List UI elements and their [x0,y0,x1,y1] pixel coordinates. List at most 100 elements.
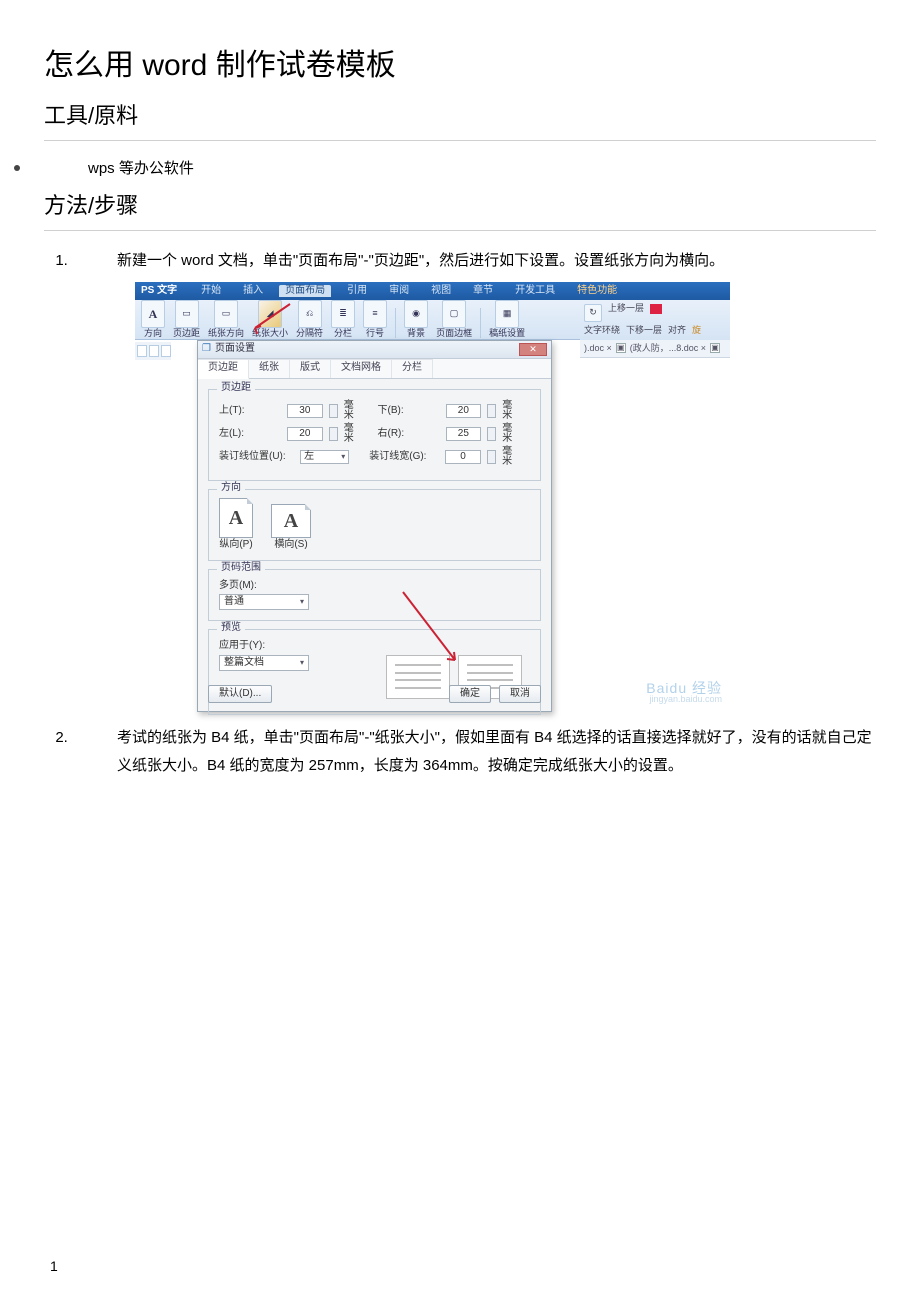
tools-item: wps 等办公软件 [88,157,194,178]
ribbon-tab[interactable]: 开发工具 [509,285,561,297]
ribbon-btn-bg[interactable]: ◉背景 [404,300,428,338]
lbl-apply: 应用于(Y): [219,641,289,651]
step-1-text: 新建一个 word 文档，单击"页面布局"-"页边距"，然后进行如下设置。设置纸… [117,252,724,269]
lbl-orient-portrait: 纵向(P) [219,540,253,550]
lbl-bottom: 下(B): [378,406,440,416]
step-2: 考试的纸张为 B4 纸，单击"页面布局"-"纸张大小"，假如里面有 B4 纸选择… [72,724,876,781]
lbl-right: 右(R): [378,429,440,439]
ribbon-btn-paperdir[interactable]: ▭纸张方向 [208,300,244,338]
ribbon-tab[interactable]: 引用 [341,285,373,297]
legend-range: 页码范围 [217,563,265,573]
section-steps-head: 方法/步骤 [44,188,876,220]
legend-margins: 页边距 [217,383,255,393]
combo-gutpos[interactable]: 左 [300,450,349,464]
spin-btn[interactable] [329,404,338,418]
page-setup-dialog: ❐ 页面设置 ✕ 页边距 纸张 版式 文档网格 分栏 页边距 上(T): [197,340,552,712]
ribbon-tab-active[interactable]: 页面布局 [279,285,331,297]
combo-multi[interactable]: 普通 [219,594,309,610]
doc-tab[interactable]: ).doc × [584,344,612,353]
doc-title: 怎么用 word 制作试卷模板 [44,40,876,84]
unit: 毫米 [502,447,520,467]
ribbon-lbl: 对齐 [668,326,686,335]
qi-icon[interactable] [149,345,159,357]
qi-icon[interactable] [161,345,171,357]
input-left[interactable]: 20 [287,427,323,441]
wrap-icon[interactable]: ↻ [584,304,602,322]
ok-button[interactable]: 确定 [449,685,491,703]
step-2-text: 考试的纸张为 B4 纸，单击"页面布局"-"纸张大小"，假如里面有 B4 纸选择… [117,729,872,775]
dialog-footer: 默认(D)... 确定 取消 [208,685,541,703]
dialog-titlebar: ❐ 页面设置 ✕ [198,341,551,359]
default-button[interactable]: 默认(D)... [208,685,272,703]
lbl-orient-landscape: 横向(S) [271,540,311,550]
ribbon-btn-margins[interactable]: ▭页边距 [173,300,200,338]
cancel-button[interactable]: 取消 [499,685,541,703]
unit: 毫米 [344,401,362,421]
fieldset-orientation: 方向 A 纵向(P) A 横向(S) [208,489,541,561]
app-name: PS 文字 [141,286,177,296]
dlg-tab-grid[interactable]: 文档网格 [331,359,392,378]
ribbon-btn-columns[interactable]: ≣分栏 [331,300,355,338]
ribbon-tab[interactable]: 视图 [425,285,457,297]
section-tools-head: 工具/原料 [44,98,876,130]
doc-tab[interactable]: (政人防，...8.doc × [630,344,706,353]
ribbon-tab[interactable]: 审阅 [383,285,415,297]
fieldset-margins: 页边距 上(T): 30 毫米 下(B): 20 毫米 左(L): 20 [208,389,541,481]
lbl-gutw: 装订线宽(G): [369,452,439,462]
separator [395,308,396,338]
ribbon-btn-grid[interactable]: ▦稿纸设置 [489,300,525,338]
spin-btn[interactable] [487,427,496,441]
input-top[interactable]: 30 [287,404,323,418]
document-tabs: ).doc × ▣ (政人防，...8.doc × ▣ [580,340,730,358]
lbl-multi: 多页(M): [219,581,289,591]
ribbon-btn-papersize[interactable]: ◢纸张大小 [252,300,288,338]
orientation-landscape[interactable]: A [271,504,311,538]
legend-preview: 预览 [217,623,245,633]
spin-btn[interactable] [487,450,496,464]
unit: 毫米 [502,424,520,444]
dlg-tab-layout[interactable]: 版式 [290,359,331,378]
spin-btn[interactable] [329,427,338,441]
ribbon-tab-special[interactable]: 特色功能 [571,285,623,297]
unit: 毫米 [502,401,520,421]
step-1-screenshot: PS 文字 开始 插入 页面布局 引用 审阅 视图 章节 开发工具 特色功能 A… [135,282,730,714]
ribbon-tab[interactable]: 章节 [467,285,499,297]
bullet-icon [14,165,20,171]
ribbon-btn-orientation[interactable]: A方向 [141,300,165,338]
dialog-tabs: 页边距 纸张 版式 文档网格 分栏 [198,359,551,379]
input-bottom[interactable]: 20 [446,404,482,418]
input-gutw[interactable]: 0 [445,450,481,464]
lbl-gutpos: 装订线位置(U): [219,452,294,462]
combo-apply[interactable]: 整篇文档 [219,655,309,671]
step-1: 新建一个 word 文档，单击"页面布局"-"页边距"，然后进行如下设置。设置纸… [72,247,876,714]
dlg-tab-col[interactable]: 分栏 [392,359,433,378]
ribbon-right: ↻ 上移一层 文字环绕 下移一层 对齐 旋 [580,300,730,340]
color-swatch-icon[interactable] [650,304,662,314]
spin-btn[interactable] [487,404,496,418]
ribbon-btn-border[interactable]: ▢页面边框 [436,300,472,338]
input-right[interactable]: 25 [446,427,482,441]
ribbon-tab[interactable]: 插入 [237,285,269,297]
lbl-top: 上(T): [219,406,281,416]
watermark-sub: jingyan.baidu.com [646,695,722,704]
quick-icons [135,342,171,360]
page-number: 1 [50,1258,58,1274]
ribbon-lbl: 旋 [692,326,701,335]
divider [44,230,876,231]
orientation-portrait[interactable]: A [219,498,253,538]
close-icon[interactable]: ✕ [519,343,547,356]
ribbon-btn-breaks[interactable]: ⎌分隔符 [296,300,323,338]
doc-close-icon[interactable]: ▣ [710,343,720,353]
qi-icon[interactable] [137,345,147,357]
legend-orientation: 方向 [217,483,245,493]
ribbon-btn-linenum[interactable]: ≡行号 [363,300,387,338]
ribbon-tabstrip: PS 文字 开始 插入 页面布局 引用 审阅 视图 章节 开发工具 特色功能 [135,282,730,300]
lbl-left: 左(L): [219,429,281,439]
watermark-main: Baidu 经验 [646,681,722,695]
watermark: Baidu 经验 jingyan.baidu.com [646,681,722,704]
doc-close-icon[interactable]: ▣ [616,343,626,353]
dlg-tab-paper[interactable]: 纸张 [249,359,290,378]
unit: 毫米 [344,424,362,444]
ribbon-tab[interactable]: 开始 [195,285,227,297]
dlg-tab-margin[interactable]: 页边距 [198,359,249,379]
